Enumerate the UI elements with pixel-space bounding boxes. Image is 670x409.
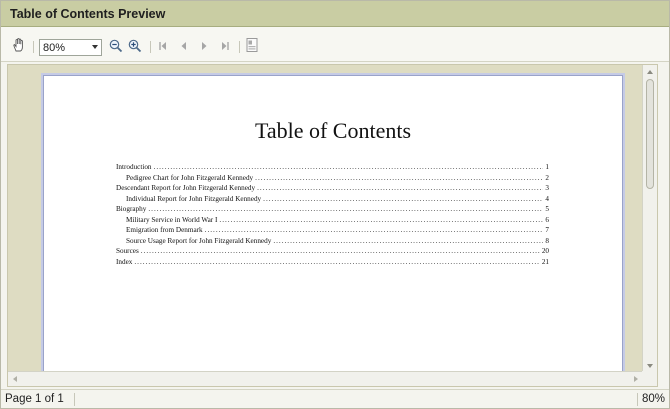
toc-entry-page: 20 — [541, 247, 549, 255]
last-page-icon — [222, 42, 229, 50]
zoom-out-icon — [109, 39, 123, 53]
toc-entry: Biography 5 — [116, 204, 549, 215]
scroll-up-arrow-icon[interactable] — [647, 70, 653, 74]
last-page-button[interactable] — [217, 38, 233, 54]
next-page-icon — [202, 42, 207, 50]
preview-window: Table of Contents Preview 80% Table of C… — [0, 0, 670, 409]
toc-entry: Pedigree Chart for John Fitzgerald Kenne… — [116, 173, 549, 184]
toc-entry: Emigration from Denmark 7 — [116, 225, 549, 236]
first-page-button[interactable] — [155, 38, 171, 54]
hand-tool-button[interactable] — [11, 37, 27, 53]
first-page-icon — [159, 42, 166, 50]
scroll-right-arrow-icon[interactable] — [634, 376, 638, 382]
page-layout-button[interactable] — [244, 37, 260, 53]
toolbar-separator — [239, 41, 240, 53]
next-page-button[interactable] — [196, 38, 212, 54]
toc-entry: Descendant Report for John Fitzgerald Ke… — [116, 183, 549, 194]
toc-dot-leader — [273, 236, 543, 247]
scroll-down-arrow-icon[interactable] — [647, 364, 653, 368]
vertical-scroll-thumb[interactable] — [646, 79, 654, 189]
toolbar-separator — [33, 41, 34, 53]
toc-dot-leader — [219, 215, 543, 226]
toc-dot-leader — [263, 194, 543, 205]
title-bar: Table of Contents Preview — [1, 1, 669, 27]
hand-icon — [13, 38, 23, 52]
scroll-left-arrow-icon[interactable] — [13, 376, 17, 382]
scrollbar-corner — [642, 371, 657, 386]
toc-entry: Sources 20 — [116, 246, 549, 257]
toc-entry-page: 2 — [545, 173, 549, 182]
toc-entry-label: Biography — [116, 205, 147, 213]
toolbar-separator — [150, 41, 151, 53]
toc-entry-label: Index — [116, 257, 133, 266]
toc-entry-label: Individual Report for John Fitzgerald Ke… — [126, 194, 262, 203]
toc-entry: Individual Report for John Fitzgerald Ke… — [116, 194, 549, 205]
toc-dot-leader — [257, 183, 543, 194]
status-bar: Page 1 of 1 80% — [1, 389, 669, 408]
vertical-scrollbar[interactable] — [642, 65, 657, 373]
toc-entry-page: 4 — [545, 194, 549, 203]
document-page: Table of Contents Introduction 1 Pedigree … — [43, 75, 623, 386]
zoom-in-icon — [128, 39, 142, 53]
toc-entry: Introduction 1 — [116, 162, 549, 173]
horizontal-scrollbar[interactable] — [8, 371, 643, 386]
zoom-dropdown[interactable]: 80% — [39, 39, 102, 56]
toc-entry-page: 1 — [545, 163, 549, 171]
toc-entry-page: 7 — [545, 226, 549, 234]
status-separator — [637, 393, 638, 406]
window-title: Table of Contents Preview — [10, 7, 166, 21]
toc-dot-leader — [154, 162, 544, 173]
chevron-down-icon — [92, 45, 98, 49]
preview-area: Table of Contents Introduction 1 Pedigree … — [7, 64, 658, 387]
toc-entry-label: Sources — [116, 247, 139, 255]
toc-entry: Military Service in World War I 6 — [116, 215, 549, 226]
toc-entry-label: Pedigree Chart for John Fitzgerald Kenne… — [126, 173, 254, 182]
toc-entry-page: 5 — [545, 205, 549, 213]
page-layout-icon — [246, 38, 258, 52]
toc-list: Introduction 1 Pedigree Chart for John Fit… — [116, 162, 549, 267]
document-title: Table of Contents — [254, 118, 412, 143]
toc-entry-label: Source Usage Report for John Fitzgerald … — [126, 236, 272, 245]
toc-entry-page: 3 — [545, 184, 549, 192]
toc-entry-label: Introduction — [116, 163, 152, 171]
page-indicator: Page 1 of 1 — [5, 393, 64, 405]
toc-entry-label: Descendant Report for John Fitzgerald Ke… — [116, 184, 256, 192]
toc-entry: Index 21 — [116, 257, 549, 268]
toc-dot-leader — [255, 173, 543, 184]
toc-dot-leader — [141, 246, 540, 257]
toolbar: 80% — [1, 27, 669, 62]
zoom-in-button[interactable] — [127, 38, 143, 54]
status-separator — [74, 393, 75, 406]
toc-dot-leader — [205, 225, 544, 236]
toc-entry-label: Military Service in World War I — [126, 215, 218, 224]
toc-dot-leader — [148, 204, 543, 215]
previous-page-icon — [181, 42, 186, 50]
toc-entry-page: 6 — [545, 215, 549, 224]
zoom-out-button[interactable] — [108, 38, 124, 54]
toc-entry-page: 8 — [545, 236, 549, 245]
toc-entry-page: 21 — [541, 257, 549, 266]
toc-dot-leader — [134, 257, 539, 268]
zoom-dropdown-value: 80% — [43, 41, 66, 54]
zoom-indicator: 80% — [642, 393, 666, 405]
toc-entry: Source Usage Report for John Fitzgerald … — [116, 236, 549, 247]
previous-page-button[interactable] — [176, 38, 192, 54]
toc-entry-label: Emigration from Denmark — [126, 226, 203, 234]
